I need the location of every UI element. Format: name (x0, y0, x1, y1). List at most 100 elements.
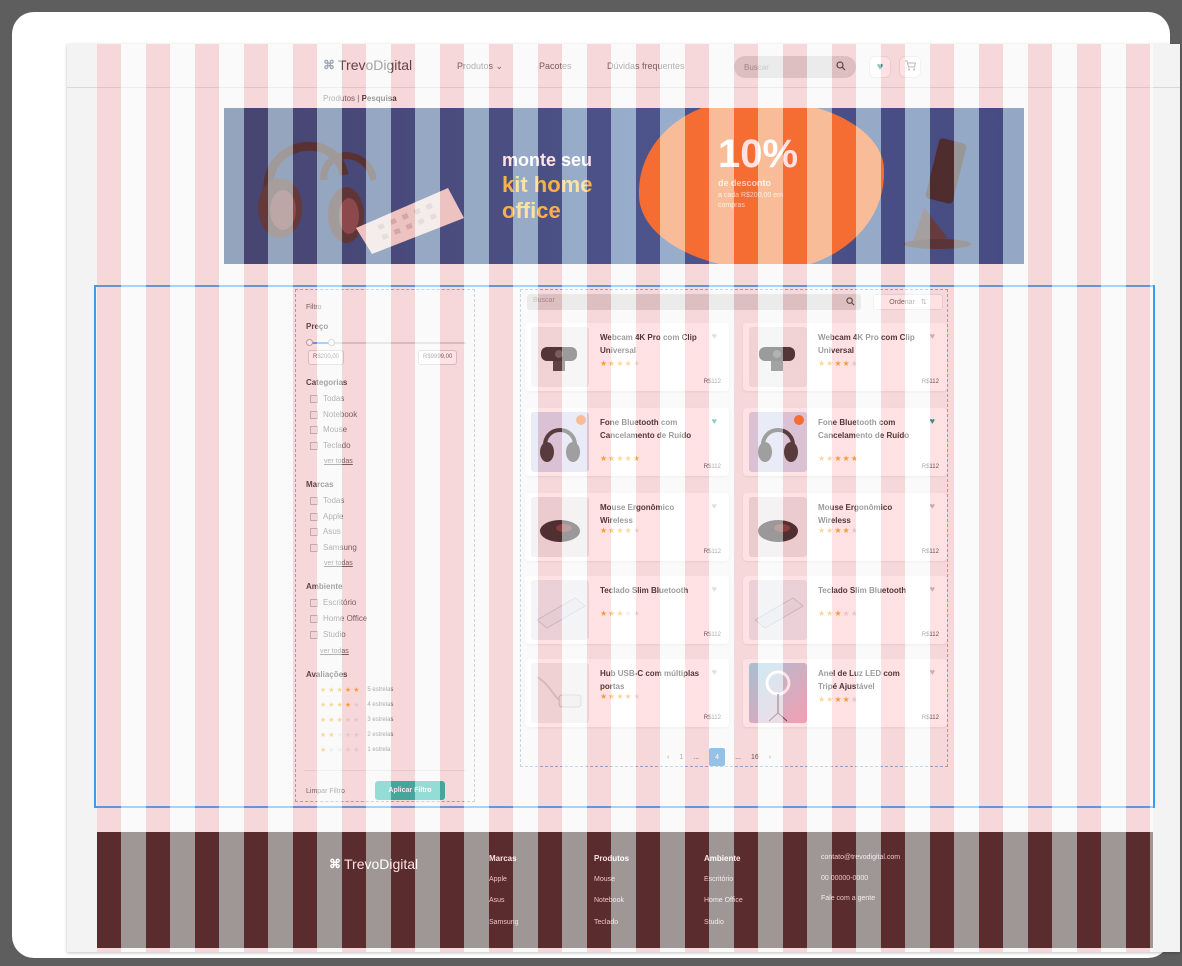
price-max-field[interactable]: R$9999,00 (418, 350, 458, 365)
brands-see-all-link[interactable]: ver todas (324, 560, 353, 567)
pagination-page-last[interactable]: 16 (751, 754, 759, 761)
pagination-page-1[interactable]: 1 (679, 754, 683, 761)
favorite-heart-icon[interactable]: ♥ (712, 331, 717, 341)
footer-contact-link[interactable]: Fale com a gente (821, 895, 875, 902)
favorite-heart-icon[interactable]: ♥ (712, 584, 717, 594)
category-option[interactable]: Mouse (310, 425, 347, 434)
pagination-next[interactable]: › (769, 754, 771, 761)
price-slider-max-handle[interactable] (328, 339, 335, 346)
product-card[interactable]: Hub USB-C com múltiplas portas ★★★★★ R$1… (525, 659, 729, 727)
footer-link[interactable]: Escritório (704, 876, 733, 883)
checkbox[interactable] (310, 598, 318, 607)
checkbox[interactable] (310, 496, 318, 505)
rating-option[interactable]: ★★★★★ 2 estrelas (320, 731, 393, 739)
brand-option[interactable]: Samsung (310, 543, 357, 552)
price-slider[interactable] (306, 339, 466, 346)
cart-button[interactable] (899, 56, 921, 78)
product-card[interactable]: Teclado Slim Bluetooth ★★★★★ R$112 ♥ (743, 576, 947, 644)
product-card[interactable]: Fone Bluetooth com Cancelamento de Ruído… (743, 408, 947, 476)
checkbox[interactable] (310, 614, 318, 623)
footer-email[interactable]: contato@trevodigital.com (821, 854, 900, 861)
pagination-current[interactable]: 4 (709, 748, 726, 766)
promo-banner[interactable]: monte seu kit home office 10% de descont… (224, 108, 1024, 264)
nav-packages[interactable]: Pacotes (539, 61, 572, 71)
favorite-heart-icon[interactable]: ♥ (930, 331, 935, 341)
category-option[interactable]: Notebook (310, 410, 357, 419)
environment-see-all-link[interactable]: ver todas (320, 648, 349, 655)
favorite-heart-icon[interactable]: ♥ (930, 501, 935, 511)
sort-icon: ⇅ (920, 299, 927, 306)
favorite-heart-icon[interactable]: ♥ (930, 584, 935, 594)
checkbox[interactable] (310, 543, 318, 552)
category-option[interactable]: Teclado (310, 441, 351, 450)
breadcrumb-root[interactable]: Produtos | (323, 94, 359, 103)
product-card[interactable]: Webcam 4K Pro com Clip Universal ★★★★★ R… (525, 323, 729, 391)
product-card[interactable]: Webcam 4K Pro com Clip Universal ★★★★★ R… (743, 323, 947, 391)
checkbox[interactable] (310, 394, 318, 403)
star-rating-icon: ★★★★★ (320, 687, 362, 694)
product-card[interactable]: Mouse Ergonômico Wireless ★★★★★ R$112 ♥ (525, 493, 729, 561)
product-card[interactable]: Mouse Ergonômico Wireless ★★★★★ R$112 ♥ (743, 493, 947, 561)
environment-option[interactable]: Studio (310, 630, 346, 639)
rating-label: 2 estrelas (367, 732, 394, 738)
rating-option[interactable]: ★★★★★ 4 estrelas (320, 701, 393, 709)
product-search-input[interactable]: Buscar (527, 294, 861, 310)
favorite-heart-icon[interactable]: ♥ (712, 416, 717, 426)
product-name: Teclado Slim Bluetooth (818, 586, 907, 595)
brand-option[interactable]: Apple (310, 512, 343, 521)
clear-filter-button[interactable]: Limpar Filtro (306, 788, 345, 795)
favorites-button[interactable]: ♥ (869, 56, 891, 78)
brand-logo[interactable]: ⌘ TrevoDigital (323, 57, 412, 73)
rating-option[interactable]: ★★★★★ 1 estrela (320, 746, 390, 754)
search-icon[interactable] (846, 297, 855, 307)
nav-products[interactable]: Produtos ⌄ (457, 61, 503, 72)
checkbox[interactable] (310, 630, 318, 639)
top-search-input[interactable]: Buscar (734, 56, 856, 78)
footer-link[interactable]: Notebook (594, 897, 624, 904)
product-image (749, 497, 807, 557)
price-slider-min-handle[interactable] (306, 339, 313, 346)
rating-option[interactable]: ★★★★★ 5 estrelas (320, 686, 393, 694)
banner-line1: monte seu (502, 150, 593, 170)
footer-logo[interactable]: ⌘ TrevoDigital (329, 856, 418, 872)
nav-faq[interactable]: Dúvidas frequentes (607, 61, 685, 71)
category-option[interactable]: Todas (310, 394, 344, 403)
checkbox[interactable] (310, 441, 318, 450)
footer-link[interactable]: Apple (489, 876, 507, 883)
product-card[interactable]: Teclado Slim Bluetooth ★★★★★ R$112 ♥ (525, 576, 729, 644)
product-price: R$112 (703, 549, 721, 555)
checkbox[interactable] (310, 410, 318, 419)
sort-button[interactable]: Ordenar ⇅ (873, 294, 943, 310)
product-name: Webcam 4K Pro com Clip Universal (818, 333, 915, 355)
footer-brand-name: TrevoDigital (344, 856, 419, 872)
brand-option[interactable]: Asus (310, 527, 341, 536)
checkbox[interactable] (310, 425, 318, 434)
price-min-field[interactable]: R$200,00 (308, 350, 345, 365)
footer-link[interactable]: Home Office (704, 897, 743, 904)
footer-link[interactable]: Teclado (594, 919, 618, 926)
environment-option[interactable]: Home Office (310, 614, 367, 623)
apply-filter-button[interactable]: Aplicar Filtro (375, 781, 445, 800)
product-price: R$112 (921, 632, 939, 638)
footer-link[interactable]: Mouse (594, 876, 615, 883)
footer-link[interactable]: Samsung (489, 919, 519, 926)
checkbox[interactable] (310, 512, 318, 521)
search-icon[interactable] (836, 61, 846, 73)
brand-option[interactable]: Todas (310, 496, 344, 505)
favorite-heart-icon[interactable]: ♥ (712, 667, 717, 677)
star-rating-icon: ★★★★★ (320, 717, 362, 724)
checkbox[interactable] (310, 527, 318, 536)
pagination-prev[interactable]: ‹ (667, 754, 669, 761)
favorite-heart-icon[interactable]: ♥ (930, 416, 935, 426)
favorite-heart-icon[interactable]: ♥ (930, 667, 935, 677)
environment-option[interactable]: Escritório (310, 598, 356, 607)
keyboard-image (356, 188, 464, 254)
rating-option[interactable]: ★★★★★ 3 estrelas (320, 716, 393, 724)
product-card[interactable]: Fone Bluetooth com Cancelamento de Ruído… (525, 408, 729, 476)
favorite-heart-icon[interactable]: ♥ (712, 501, 717, 511)
footer-link[interactable]: Studio (704, 919, 724, 926)
categories-see-all-link[interactable]: ver todas (324, 458, 353, 465)
footer-link[interactable]: Asus (489, 897, 505, 904)
product-card[interactable]: Anel de Luz LED com Tripé Ajustável ★★★★… (743, 659, 947, 727)
category-label: Mouse (323, 425, 348, 434)
